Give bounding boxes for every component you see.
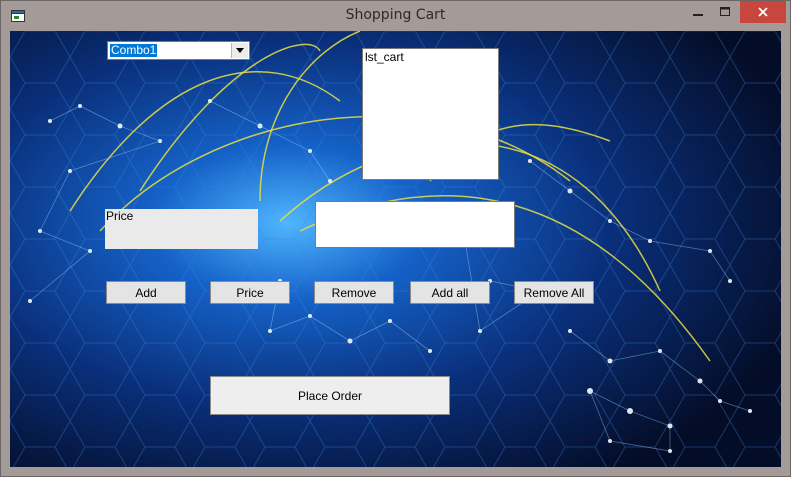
chevron-down-icon: [236, 48, 244, 53]
window-title: Shopping Cart: [345, 7, 446, 23]
combo-selected-value: Combo1: [110, 43, 158, 57]
remove-button[interactable]: Remove: [314, 281, 394, 304]
cart-list-box[interactable]: lst_cart: [362, 48, 499, 180]
title-bar[interactable]: Shopping Cart: [1, 1, 790, 31]
close-icon: [758, 7, 768, 17]
price-button[interactable]: Price: [210, 281, 290, 304]
close-button[interactable]: [740, 1, 786, 23]
app-form-icon: [11, 10, 25, 22]
add-button[interactable]: Add: [106, 281, 186, 304]
app-window: Shopping Cart Combo1 lst_cart Price Add …: [0, 0, 791, 477]
minimize-icon: [693, 14, 703, 16]
total-text-field[interactable]: [315, 201, 515, 248]
minimize-button[interactable]: [684, 1, 712, 23]
add-all-button[interactable]: Add all: [410, 281, 490, 304]
remove-all-button[interactable]: Remove All: [514, 281, 594, 304]
list-item: lst_cart: [365, 50, 404, 64]
combo-dropdown-button[interactable]: [231, 43, 248, 58]
product-combo-box[interactable]: Combo1: [107, 41, 250, 60]
place-order-button[interactable]: Place Order: [210, 376, 450, 415]
form-client-area: Combo1 lst_cart Price Add Price Remove A…: [10, 31, 781, 467]
maximize-button[interactable]: [712, 1, 738, 23]
maximize-icon: [720, 7, 730, 16]
price-label: Price: [105, 209, 258, 249]
